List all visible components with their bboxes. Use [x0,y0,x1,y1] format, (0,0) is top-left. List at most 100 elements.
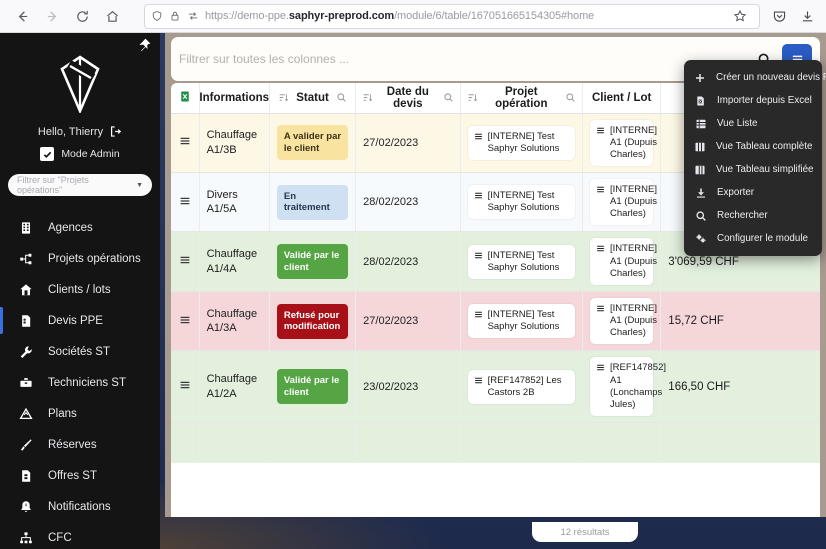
column-label: Client / Lot [591,91,652,104]
client-chip[interactable]: [INTERNE] A1 (Dupuis Charles) [590,178,657,226]
search-input[interactable] [179,44,751,74]
sort-icon[interactable] [467,92,478,103]
menu-item-rechercher[interactable]: Rechercher [684,204,822,227]
menu-item-vue-tableau-simplifiee[interactable]: Vue Tableau simplifiée [684,158,822,181]
sidebar-item-agences[interactable]: Agences [0,212,160,243]
column-header-export[interactable] [171,83,200,114]
sidebar-item-clients-lots[interactable]: Clients / lots [0,274,160,305]
menu-item-vue-liste[interactable]: Vue Liste [684,112,822,135]
sidebar-item-label: Clients / lots [48,283,111,296]
search-icon [694,210,707,222]
admin-mode-checkbox[interactable] [40,147,55,161]
main-content: Informations Statut [160,33,826,549]
cell-projet: [INTERNE] Test Saphyr Solutions [460,113,584,173]
cell-projet: [INTERNE] Test Saphyr Solutions [460,172,584,233]
sidebar-item-label: CFC [48,531,72,544]
amount-text: 15,72 CHF [668,315,724,328]
cell-empty [460,422,584,463]
bookmark-star-icon[interactable] [727,3,753,29]
sidebar-item-label: Notifications [48,500,111,513]
pin-icon[interactable] [136,37,152,53]
menu-item-label: Exporter [717,187,755,198]
menu-item-label: Configurer le module [717,233,808,244]
sidebar-item-label: Agences [48,221,93,234]
column-search-icon[interactable] [336,92,347,103]
pocket-icon[interactable] [766,3,792,29]
cell-client: [INTERNE] A1 (Dupuis Charles) [582,113,662,173]
browser-toolbar: https://demo-ppe.saphyr-preprod.com/modu… [0,0,826,33]
menu-item-vue-tableau-complete[interactable]: Vue Tableau complète [684,135,822,158]
project-chip[interactable]: [INTERNE] Test Saphyr Solutions [467,244,576,279]
shield-icon[interactable] [151,10,163,22]
sidebar-item-cfc[interactable]: CFC [0,522,160,549]
project-chip[interactable]: [INTERNE] Test Saphyr Solutions [467,185,576,220]
column-header-informations[interactable]: Informations [199,83,270,114]
menu-item-configurer-module[interactable]: Configurer le module [684,227,822,250]
column-header-statut[interactable]: Statut [269,83,357,114]
row-drag-handle[interactable] [171,231,200,292]
sidebar-item-societes-st[interactable]: Sociétés ST [0,336,160,367]
forward-button[interactable] [38,3,66,29]
row-drag-handle[interactable] [171,350,200,423]
toolbox-icon [17,376,35,390]
excel-icon[interactable] [179,90,191,106]
cell-montant: 166,50 CHF [660,350,820,423]
reload-button[interactable] [68,3,96,29]
date-text: 28/02/2023 [363,255,419,268]
sidebar-item-label: Offres ST [48,469,97,482]
column-search-icon[interactable] [443,92,454,103]
column-header-projet-operation[interactable]: Projet opération [460,83,584,114]
cell-informations: Chauffage A1/3A [199,291,270,352]
sort-icon[interactable] [278,92,289,103]
project-chip[interactable]: [INTERNE] Test Saphyr Solutions [467,303,576,339]
menu-item-label: Créer un nouveau devis PPE [716,72,826,83]
permissions-icon[interactable] [187,10,199,22]
row-drag-handle[interactable] [171,172,200,233]
status-badge: Refusé pour modification [276,303,349,339]
column-header-client-lot[interactable]: Client / Lot [582,83,662,114]
client-chip[interactable]: [INTERNE] A1 (Dupuis Charles) [590,119,657,166]
row-drag-handle[interactable] [171,291,200,352]
lock-icon[interactable] [169,10,181,22]
menu-item-creer-devis[interactable]: Créer un nouveau devis PPE [684,66,826,89]
client-chip[interactable]: [REF147852] A1 (Lonchamps Jules) [590,357,666,416]
sidebar-item-label: Devis PPE [48,314,103,327]
sidebar-item-reserves[interactable]: Réserves [0,429,160,460]
sidebar-item-devis-ppe[interactable]: Devis PPE [0,305,160,336]
project-chip[interactable]: [INTERNE] Test Saphyr Solutions [467,125,576,160]
download-icon[interactable] [794,3,820,29]
table-actions-dropdown: Créer un nouveau devis PPE Importer depu… [684,60,826,256]
sidebar-item-projets-operations[interactable]: Projets opérations [0,243,160,274]
amount-text: 3'069,59 CHF [668,255,739,268]
home-button[interactable] [98,3,126,29]
client-chip[interactable]: [INTERNE] A1 (Dupuis Charles) [590,238,657,285]
project-chip[interactable]: [REF147852] Les Castors 2B [467,369,576,404]
informations-text: Chauffage A1/4A [206,248,258,275]
table-row[interactable]: Chauffage A1/2A Validé par le client 23/… [171,350,820,423]
table-row[interactable]: Chauffage A1/3A Refusé pour modification… [171,291,820,352]
row-drag-handle[interactable] [171,113,200,173]
date-text: 23/02/2023 [363,380,419,393]
column-header-date-du-devis[interactable]: Date du devis [355,83,461,114]
url-bar[interactable]: https://demo-ppe.saphyr-preprod.com/modu… [144,3,760,29]
admin-mode-row[interactable]: Mode Admin [0,147,160,161]
sidebar-filter-placeholder: Filtrer sur "Projets opérations" [17,175,89,195]
menu-item-importer-excel[interactable]: Importer depuis Excel [684,89,822,112]
sidebar-item-plans[interactable]: Plans [0,398,160,429]
cell-informations: Chauffage A1/2A [199,350,270,423]
cell-statut: Refusé pour modification [269,291,357,352]
sort-icon[interactable] [362,92,373,103]
status-badge: Validé par le client [276,369,349,405]
logout-icon[interactable] [109,125,122,138]
sidebar-project-filter[interactable]: Filtrer sur "Projets opérations" ▼ [8,174,152,196]
informations-text: Divers A1/5A [206,188,238,216]
menu-item-exporter[interactable]: Exporter [684,181,822,204]
sidebar-item-notifications[interactable]: Notifications [0,491,160,522]
back-button[interactable] [8,3,36,29]
sidebar-item-offres-st[interactable]: Offres ST [0,460,160,491]
cell-empty [582,422,662,463]
sidebar-item-techniciens-st[interactable]: Techniciens ST [0,367,160,398]
list-lines-icon [596,243,605,279]
client-chip[interactable]: [INTERNE] A1 (Dupuis Charles) [590,297,657,345]
column-search-icon[interactable] [565,92,576,103]
